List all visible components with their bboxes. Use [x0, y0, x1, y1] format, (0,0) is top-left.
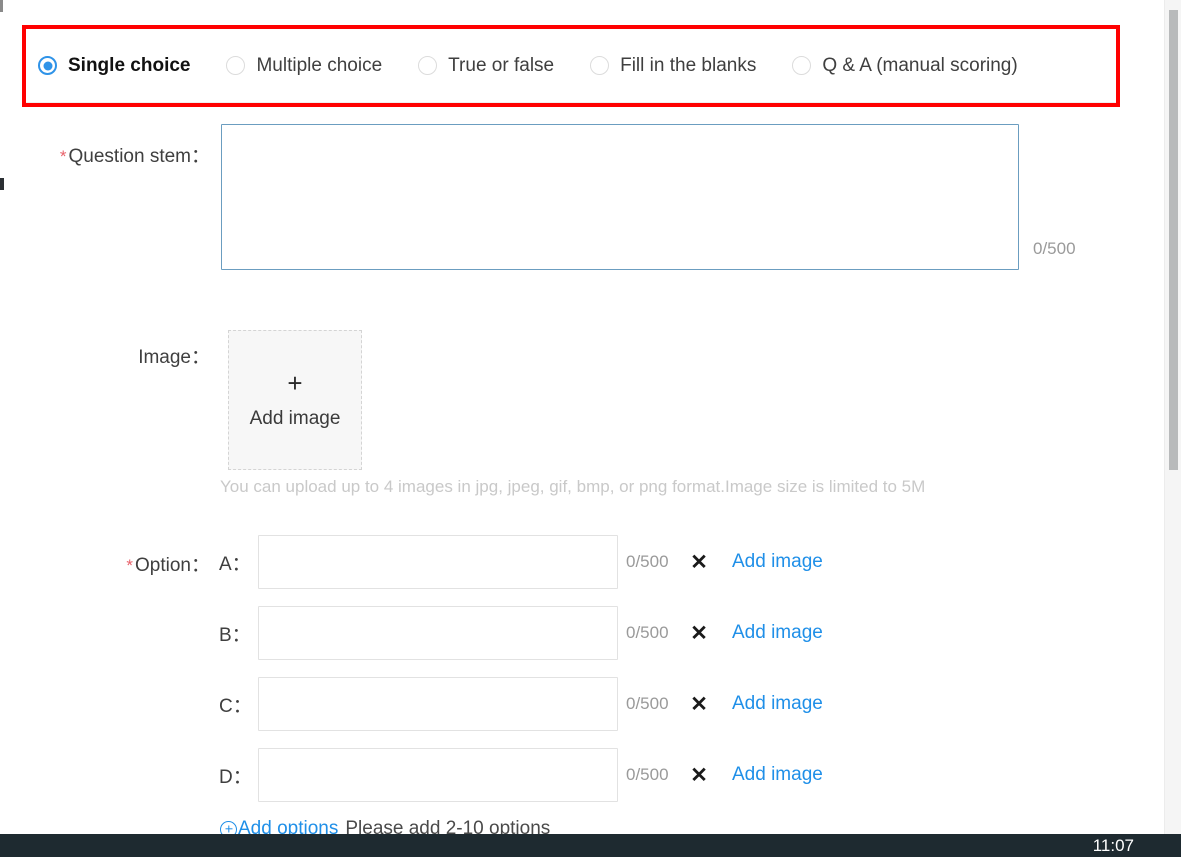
- image-upload-hint: You can upload up to 4 images in jpg, jp…: [220, 477, 926, 496]
- option-input-wrapper[interactable]: [258, 606, 618, 660]
- option-counter: 0/500: [626, 552, 669, 571]
- radio-fill-in-the-blanks[interactable]: Fill in the blanks: [590, 55, 756, 77]
- page-scrollbar-track[interactable]: [1164, 0, 1181, 835]
- option-letter: A：: [219, 553, 251, 575]
- option-input[interactable]: [259, 607, 617, 659]
- question-stem-input[interactable]: [222, 125, 1018, 269]
- option-add-image-link[interactable]: Add image: [732, 622, 823, 644]
- question-stem-label-text: Question stem：: [68, 146, 211, 167]
- radio-circle-icon: [226, 56, 246, 75]
- option-input[interactable]: [259, 749, 617, 801]
- page-root: Single choice Multiple choice True or fa…: [0, 0, 1181, 857]
- left-edge-artifact-top: [0, 0, 3, 12]
- question-stem-counter: 0/500: [1033, 239, 1076, 258]
- option-letter: D：: [219, 766, 252, 788]
- plus-icon: +: [287, 368, 303, 398]
- option-label: * Option：: [40, 550, 210, 577]
- add-image-upload-text: Add image: [249, 408, 341, 429]
- taskbar-clock: 11:07: [1092, 836, 1134, 855]
- remove-option-icon[interactable]: ✕: [686, 765, 712, 786]
- os-taskbar: 11:07: [0, 834, 1181, 857]
- option-letter: B：: [219, 624, 251, 646]
- radio-label: True or false: [448, 54, 555, 76]
- remove-option-icon[interactable]: ✕: [686, 694, 712, 715]
- option-input-wrapper[interactable]: [258, 535, 618, 589]
- option-counter: 0/500: [626, 694, 669, 713]
- image-label: Image：: [138, 347, 210, 368]
- option-input[interactable]: [259, 678, 617, 730]
- option-add-image-link[interactable]: Add image: [732, 693, 823, 715]
- required-asterisk: *: [59, 147, 67, 166]
- radio-circle-icon: [792, 56, 812, 75]
- left-edge-artifact-mark: [0, 178, 4, 190]
- option-counter: 0/500: [626, 623, 669, 642]
- option-row: B： 0/500 ✕ Add image: [219, 606, 823, 660]
- radio-label: Q & A (manual scoring): [822, 54, 1018, 76]
- option-row: D： 0/500 ✕ Add image: [219, 748, 823, 802]
- remove-option-icon[interactable]: ✕: [686, 623, 712, 644]
- radio-circle-icon: [38, 56, 57, 75]
- radio-qa-manual-scoring[interactable]: Q & A (manual scoring): [792, 54, 1018, 77]
- page-scrollbar-thumb[interactable]: [1169, 10, 1178, 470]
- option-counter: 0/500: [626, 765, 669, 784]
- question-type-radio-group: Single choice Multiple choice True or fa…: [26, 29, 1116, 103]
- option-label-text: Option：: [135, 555, 210, 576]
- radio-label: Single choice: [68, 54, 191, 76]
- question-stem-label: * Question stem：: [40, 141, 210, 168]
- radio-single-choice[interactable]: Single choice: [38, 55, 190, 77]
- option-add-image-link[interactable]: Add image: [732, 764, 823, 786]
- option-row: C： 0/500 ✕ Add image: [219, 677, 823, 731]
- radio-true-or-false[interactable]: True or false: [418, 55, 554, 77]
- option-input-wrapper[interactable]: [258, 677, 618, 731]
- required-asterisk: *: [126, 556, 134, 575]
- radio-multiple-choice[interactable]: Multiple choice: [226, 55, 382, 77]
- option-row: A： 0/500 ✕ Add image: [219, 535, 823, 589]
- option-input-wrapper[interactable]: [258, 748, 618, 802]
- remove-option-icon[interactable]: ✕: [686, 552, 712, 573]
- radio-label: Multiple choice: [256, 54, 383, 76]
- option-add-image-link[interactable]: Add image: [732, 551, 823, 573]
- radio-label: Fill in the blanks: [620, 54, 757, 76]
- option-input[interactable]: [259, 536, 617, 588]
- option-letter: C：: [219, 695, 252, 717]
- radio-circle-icon: [590, 56, 610, 75]
- radio-circle-icon: [418, 56, 438, 75]
- question-stem-field-wrapper[interactable]: [221, 124, 1019, 270]
- add-image-upload-box[interactable]: + Add image: [228, 330, 362, 470]
